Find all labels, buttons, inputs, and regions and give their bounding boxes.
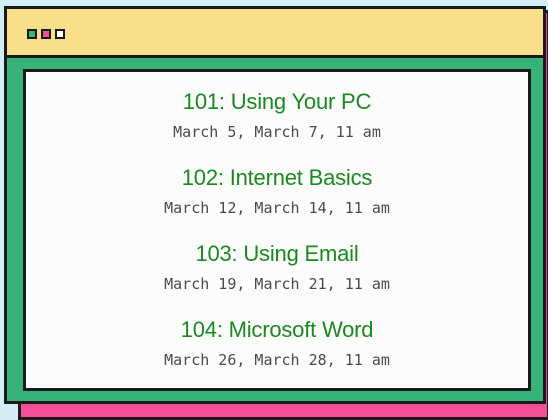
pink-square-icon[interactable]	[41, 29, 51, 39]
window-controls	[27, 29, 65, 39]
course-dates: March 5, March 7, 11 am	[173, 123, 381, 141]
course-dates: March 19, March 21, 11 am	[164, 275, 390, 293]
course-title: 101: Using Your PC	[182, 89, 372, 114]
course-schedule-panel: 101: Using Your PC March 5, March 7, 11 …	[23, 69, 531, 391]
course-item: 101: Using Your PC March 5, March 7, 11 …	[26, 89, 528, 141]
course-dates: March 26, March 28, 11 am	[164, 351, 390, 369]
course-title: 102: Internet Basics	[181, 165, 373, 190]
green-square-icon[interactable]	[27, 29, 37, 39]
white-square-icon[interactable]	[55, 29, 65, 39]
course-item: 102: Internet Basics March 12, March 14,…	[26, 165, 528, 217]
course-title: 103: Using Email	[195, 241, 359, 266]
course-title: 104: Microsoft Word	[180, 317, 374, 342]
title-bar	[7, 9, 543, 58]
course-item: 103: Using Email March 19, March 21, 11 …	[26, 241, 528, 293]
course-item: 104: Microsoft Word March 26, March 28, …	[26, 317, 528, 369]
course-dates: March 12, March 14, 11 am	[164, 199, 390, 217]
window: 101: Using Your PC March 5, March 7, 11 …	[4, 6, 546, 404]
